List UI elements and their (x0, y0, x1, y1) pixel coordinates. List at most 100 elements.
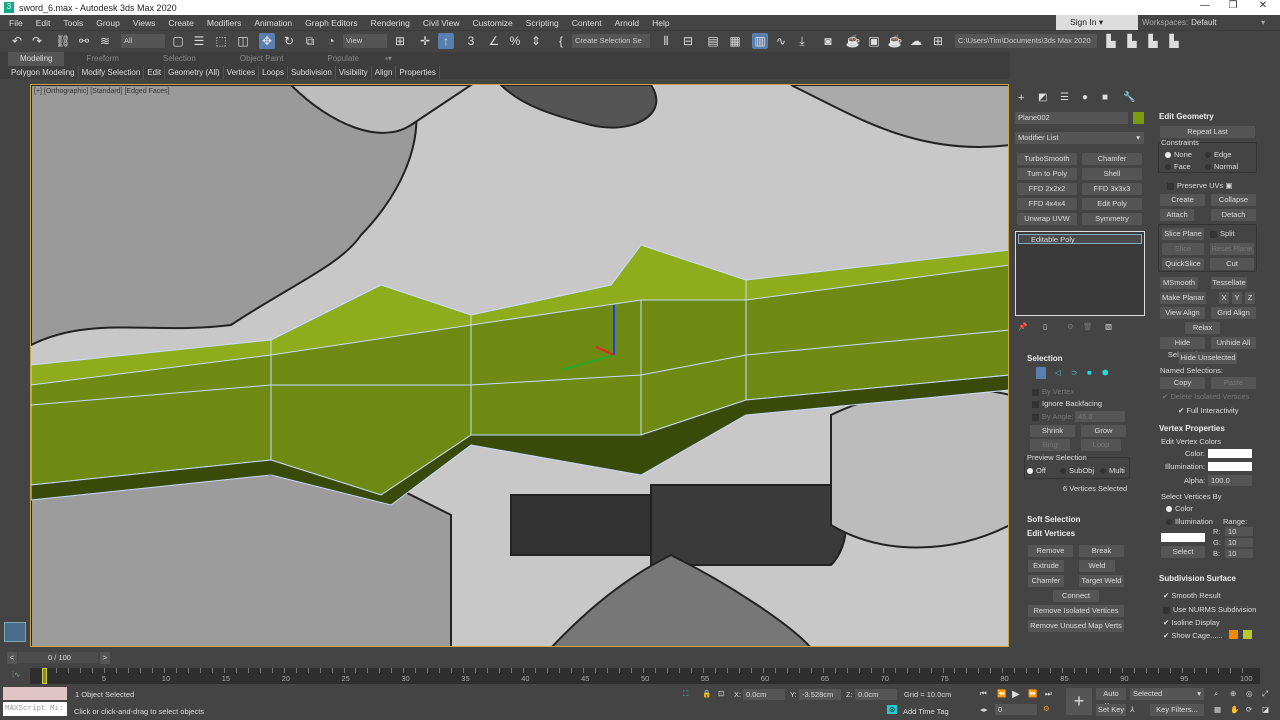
show-cage-checkbox[interactable]: ✔ Show Cage...... (1163, 631, 1223, 640)
go-to-end-icon[interactable]: ⏭ (1045, 689, 1052, 699)
panel-loops[interactable]: Loops (259, 66, 288, 79)
vertex-properties-rollout-title[interactable]: Vertex Properties (1159, 424, 1225, 433)
field-of-view-icon[interactable]: ▦ (1214, 705, 1221, 714)
ffd-4x4x4-button[interactable]: FFD 4x4x4 (1017, 198, 1077, 210)
ffd-2x2x2-button[interactable]: FFD 2x2x2 (1017, 183, 1077, 195)
zoom-all-icon[interactable]: ⊕ (1230, 689, 1236, 698)
move-icon[interactable]: ✥ (259, 33, 275, 49)
tab-freeform[interactable]: Freeform (64, 52, 140, 66)
create-project-icon[interactable]: ▙ (1145, 33, 1161, 49)
menu-create[interactable]: Create (163, 18, 202, 28)
subdivision-surface-rollout-title[interactable]: Subdivision Surface (1159, 574, 1236, 583)
planar-y-button[interactable]: Y (1232, 292, 1242, 304)
menu-tools[interactable]: Tools (58, 18, 91, 28)
window-crossing-icon[interactable]: ◫ (235, 33, 251, 49)
select-by-name-icon[interactable]: ☰ (191, 33, 207, 49)
object-color-swatch[interactable] (1133, 112, 1144, 124)
unwrap-uvw-button[interactable]: Unwrap UVW (1017, 213, 1077, 225)
preserve-uvs-checkbox[interactable]: Preserve UVs ▣ (1167, 181, 1232, 190)
remove-modifier-icon[interactable]: 🗑 (1083, 322, 1093, 331)
smooth-result-checkbox[interactable]: ✔ Smooth Result (1163, 591, 1221, 600)
polygon-mode-icon[interactable]: ■ (1087, 368, 1092, 377)
zoom-extents-icon[interactable]: ◎ (1246, 689, 1253, 698)
rotate-icon[interactable]: ↻ (281, 33, 297, 49)
by-angle-checkbox[interactable]: By Angle: (1032, 412, 1074, 421)
modify-tab-icon[interactable]: ◩ (1038, 92, 1047, 103)
turbosmooth-button[interactable]: TurboSmooth (1017, 153, 1077, 165)
time-track[interactable]: 0510152025303540455055606570758085909510… (30, 668, 1260, 684)
link-icon[interactable]: ⛓ (55, 33, 71, 49)
menu-edit[interactable]: Edit (31, 18, 59, 28)
slice-button[interactable]: Slice (1162, 243, 1204, 255)
mirror-icon[interactable]: ⫴ (658, 33, 674, 49)
constraint-edge-radio[interactable]: Edge (1205, 150, 1232, 159)
rectangle-selection-icon[interactable]: ⬚ (213, 33, 229, 49)
reset-plane-button[interactable]: Reset Plane (1210, 243, 1254, 255)
angle-snap-icon[interactable]: ∠ (486, 33, 502, 49)
maximize-viewport-icon[interactable]: ◪ (1262, 705, 1269, 714)
menu-civil-view[interactable]: Civil View (418, 18, 468, 28)
viewport-layout-tab[interactable] (4, 622, 26, 642)
rendered-frame-window-icon[interactable]: ▣ (866, 33, 882, 49)
select-by-color-radio[interactable]: Color (1166, 504, 1193, 513)
msmooth-button[interactable]: MSmooth (1160, 277, 1198, 289)
z-coordinate-field[interactable]: 0.0cm (855, 689, 897, 700)
grid-align-button[interactable]: Grid Align (1211, 307, 1256, 319)
panel-edit[interactable]: Edit (144, 66, 166, 79)
split-checkbox[interactable]: Split (1210, 229, 1235, 238)
planar-x-button[interactable]: X (1219, 292, 1229, 304)
preview-multi-radio[interactable]: Multi (1100, 466, 1125, 475)
play-icon[interactable]: ▶ (1012, 689, 1020, 700)
selection-set-dropdown[interactable]: Create Selection Se (572, 34, 650, 48)
key-mode-dropdown[interactable]: Selected ▾ (1130, 688, 1204, 700)
configure-modifier-sets-icon[interactable]: ▧ (1105, 322, 1112, 331)
render-cloud-icon[interactable]: ☁ (908, 33, 924, 49)
range-r-spinner[interactable]: 10 (1225, 527, 1253, 536)
next-key-icon[interactable]: ⏩ (1028, 689, 1037, 698)
ribbon-options-icon[interactable]: ▪▾ (381, 52, 396, 66)
panel-properties[interactable]: Properties (396, 66, 440, 79)
pivot-center-icon[interactable]: ⊞ (392, 33, 408, 49)
border-mode-icon[interactable]: ⊃ (1071, 368, 1077, 377)
time-configuration-icon[interactable]: ⚙ (1043, 704, 1050, 713)
orbit-icon[interactable]: ⟳ (1246, 705, 1252, 714)
connect-button[interactable]: Connect (1053, 590, 1099, 602)
utilities-tab-icon[interactable]: 🔧 (1123, 92, 1135, 103)
scale-icon[interactable]: ⧉ (302, 33, 318, 49)
angle-spinner[interactable]: 45.0 (1075, 411, 1125, 422)
tab-selection[interactable]: Selection (141, 52, 218, 66)
menu-modifiers[interactable]: Modifiers (202, 18, 249, 28)
hide-unselected-button[interactable]: Hide Unselected (1179, 352, 1237, 364)
undo-icon[interactable]: ↶ (9, 33, 25, 49)
time-tag-icon[interactable]: ⊛ (887, 705, 898, 714)
x-coordinate-field[interactable]: 0.0cm (743, 689, 785, 700)
full-interactivity-checkbox[interactable]: ✔ Full Interactivity (1178, 406, 1238, 415)
reference-coordinate-dropdown[interactable]: View (343, 34, 387, 48)
preview-off-radio[interactable]: Off (1027, 466, 1046, 475)
unhide-all-button[interactable]: Unhide All (1211, 337, 1256, 349)
slice-plane-button[interactable]: Slice Plane (1162, 228, 1204, 240)
isolate-selection-icon[interactable]: ⛶ (683, 689, 688, 699)
range-g-spinner[interactable]: 10 (1225, 538, 1253, 547)
menu-rendering[interactable]: Rendering (366, 18, 418, 28)
grow-button[interactable]: Grow (1081, 425, 1126, 437)
modifier-list-dropdown[interactable]: Modifier List ▾ (1015, 132, 1144, 144)
display-tab-icon[interactable]: ■ (1102, 92, 1108, 103)
prev-frame-button[interactable]: < (7, 652, 17, 664)
extrude-button[interactable]: Extrude (1028, 560, 1064, 572)
vertex-color-swatch[interactable] (1208, 449, 1252, 458)
soft-selection-rollout-title[interactable]: Soft Selection (1027, 515, 1080, 524)
remove-isolated-vertices-button[interactable]: Remove Isolated Vertices (1028, 605, 1124, 617)
select-by-color-button[interactable]: Select (1161, 546, 1205, 558)
workspaces-dropdown[interactable]: Workspaces: Default ▾ (1142, 15, 1278, 30)
panel-modify-selection[interactable]: Modify Selection (79, 66, 145, 79)
viewport-layout-icon[interactable]: ⊞ (930, 33, 946, 49)
make-unique-icon[interactable]: ⚙ (1067, 322, 1074, 331)
pin-stack-icon[interactable]: 📌 (1018, 322, 1027, 331)
symmetry-button[interactable]: Symmetry (1082, 213, 1142, 225)
key-tangents-icon[interactable]: ⅄ (1130, 705, 1135, 714)
previous-key-icon[interactable]: ⏪ (997, 689, 1006, 698)
stack-item-editable-poly[interactable]: Editable Poly (1018, 234, 1142, 244)
cut-button[interactable]: Cut (1210, 258, 1254, 270)
zoom-icon[interactable]: ⌕ (1214, 689, 1218, 699)
